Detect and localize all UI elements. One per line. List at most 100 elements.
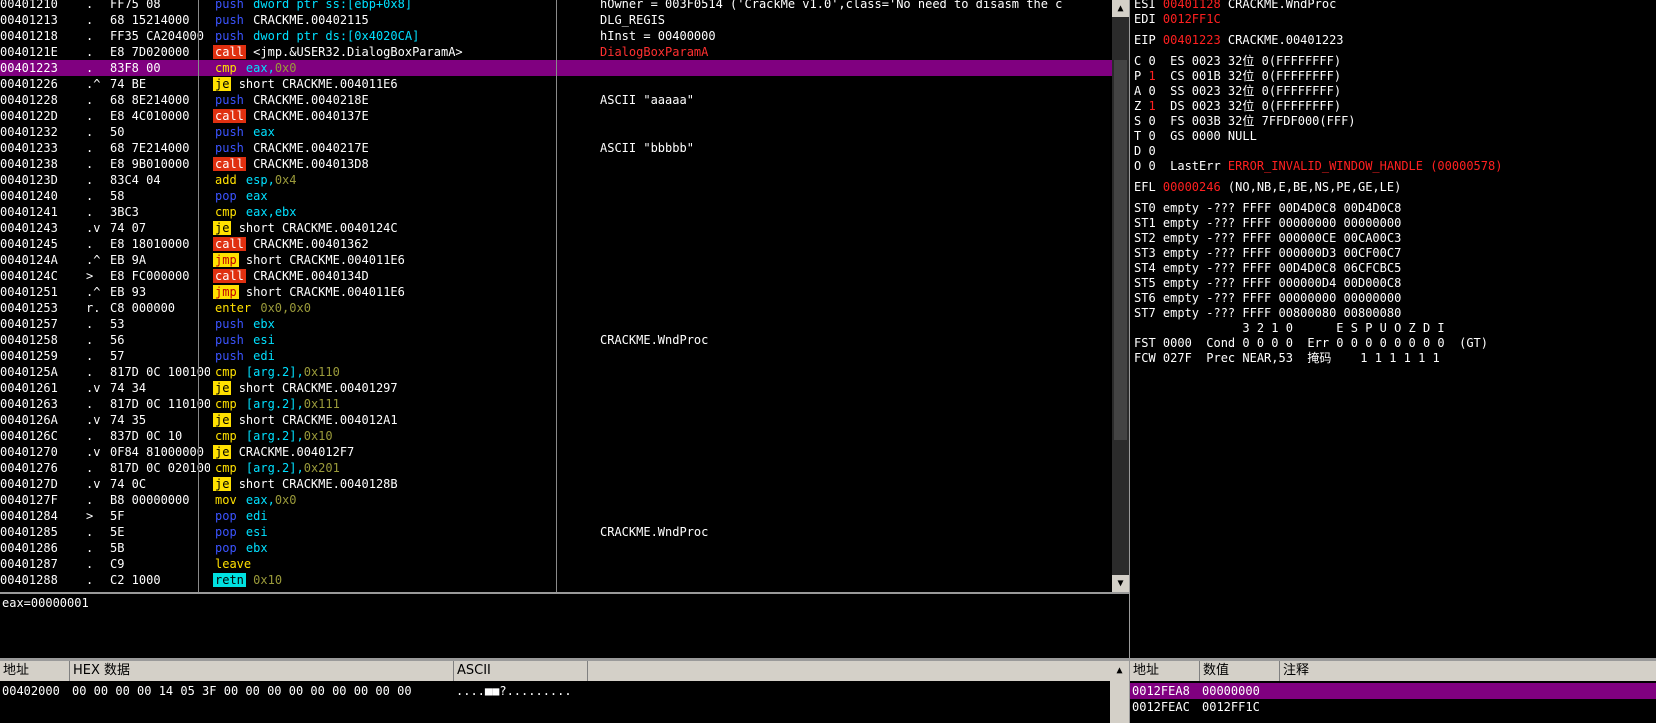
mnemonic: enter [215,301,252,315]
instruction-comment: ASCII "bbbbb" [600,141,694,155]
register-line[interactable]: O 0 LastErr ERROR_INVALID_WINDOW_HANDLE … [1134,158,1502,174]
dump-col-ascii[interactable]: ASCII [454,661,588,681]
dump-hex-bytes: 00 00 00 00 14 05 3F 00 00 00 00 00 00 0… [72,684,412,698]
operand: [arg.2], [245,461,304,475]
register-line[interactable]: ST1 empty -??? FFFF 00000000 00000000 [1134,215,1401,231]
mnemonic: cmp [215,429,237,443]
stack-pane[interactable]: 地址 数值 注释 0012FEA8 00000000 0012FEAC 0012FF1… [1130,661,1656,723]
jump-marker: .v [86,381,101,395]
mnemonic: push [215,0,244,11]
jump-marker: . [86,173,94,187]
stack-row[interactable]: 0012FEAC 0012FF1C [1130,699,1656,715]
instruction-address: 00401257 [0,317,58,331]
mnemonic: push [215,13,244,27]
instruction-text: je short CRACKME.0040124C [213,220,583,236]
operand: 0x10 [303,429,333,443]
register-line[interactable]: ST3 empty -??? FFFF 000000D3 00CF00C7 [1134,245,1401,261]
instruction-text: jmp short CRACKME.004011E6 [213,252,583,268]
instruction-bytes: B8 00000000 [110,493,190,507]
jump-marker: . [86,109,94,123]
stack-col-comment[interactable]: 注释 [1280,661,1656,681]
dump-col-hex[interactable]: HEX 数据 [70,661,454,681]
dump-scrollbar[interactable]: ▲ [1110,661,1129,723]
register-line[interactable]: ST2 empty -??? FFFF 000000CE 00CA00C3 [1134,230,1401,246]
register-line[interactable]: EFL 00000246 (NO,NB,E,BE,NS,PE,GE,LE) [1134,179,1401,195]
scroll-down-arrow-icon[interactable]: ▼ [1112,575,1129,592]
memory-dump-pane[interactable]: 地址 HEX 数据 ASCII 00402000 00 00 00 00 14 0… [0,661,1110,723]
stack-address: 0012FEA8 [1132,684,1190,698]
instruction-bytes: E8 FC000000 [110,269,190,283]
instruction-address: 00401240 [0,189,58,203]
register-line[interactable]: ST6 empty -??? FFFF 00000000 00000000 [1134,290,1401,306]
register-line[interactable]: 3 2 1 0 E S P U O Z D I [1134,320,1444,336]
instruction-address: 00401285 [0,525,58,539]
register-line[interactable]: D 0 [1134,143,1156,159]
dump-col-filler [588,661,1110,681]
instruction-text: push dword ptr ds:[0x4020CA] [213,28,583,44]
stack-row[interactable]: 0012FEA8 00000000 [1130,683,1656,699]
register-line[interactable]: A 0 SS 0023 32位 0(FFFFFFFF) [1134,83,1341,99]
instruction-text: cmp eax,ebx [213,204,583,220]
register-line[interactable]: S 0 FS 003B 32位 7FFDF000(FFF) [1134,113,1356,129]
register-text: FST 0000 Cond 0 0 0 0 Err 0 0 0 0 0 0 0 … [1134,336,1489,350]
info-pane[interactable]: eax=00000001 [0,594,1129,658]
register-text: EFL [1134,180,1163,194]
operand: eax [245,189,268,203]
instruction-text: je short CRACKME.0040128B [213,476,583,492]
jump-marker: . [86,317,94,331]
scroll-up-arrow-icon[interactable]: ▲ [1111,662,1128,679]
register-line[interactable]: FCW 027F Prec NEAR,53 掩码 1 1 1 1 1 1 [1134,350,1440,366]
stack-value: 00000000 [1202,684,1260,698]
instruction-address: 00401241 [0,205,58,219]
instruction-bytes: 74 07 [110,221,147,235]
instruction-address: 0040127D [0,477,58,491]
operand: eax,ebx [245,205,297,219]
mnemonic: pop [215,541,237,555]
operand: 0x0,0x0 [260,301,311,315]
comment-column-separator[interactable] [556,0,557,592]
register-line[interactable]: FST 0000 Cond 0 0 0 0 Err 0 0 0 0 0 0 0 … [1134,335,1488,351]
stack-col-address[interactable]: 地址 [1130,661,1200,681]
disassembly-pane[interactable]: 00401210. FF75 08 push dword ptr ss:[ebp+0… [0,0,1112,592]
stack-col-value[interactable]: 数值 [1200,661,1280,681]
instruction-text: jmp short CRACKME.004011E6 [213,284,583,300]
register-line[interactable]: P 1 CS 001B 32位 0(FFFFFFFF) [1134,68,1341,84]
register-line[interactable]: ST5 empty -??? FFFF 000000D4 00D000C8 [1134,275,1401,291]
jump-marker: .^ [86,285,101,299]
dump-ascii: ....■■?......... [456,684,572,698]
instruction-bytes: 83F8 00 [110,61,161,75]
register-line[interactable]: C 0 ES 0023 32位 0(FFFFFFFF) [1134,53,1341,69]
register-text: D 0 [1134,144,1156,158]
register-text: CS 001B 32位 0(FFFFFFFF) [1155,69,1342,83]
disassembly-scrollbar[interactable]: ▲ ▼ [1112,0,1129,592]
register-text: 00401223 [1162,33,1221,47]
scroll-up-arrow-icon[interactable]: ▲ [1112,0,1129,17]
register-line[interactable]: ST4 empty -??? FFFF 00D4D0C8 06CFCBC5 [1134,260,1401,276]
instruction-text: call CRACKME.0040137E [213,108,583,124]
register-text: O 0 LastErr [1134,159,1228,173]
instruction-address: 00401276 [0,461,58,475]
register-line[interactable]: Z 1 DS 0023 32位 0(FFFFFFFF) [1134,98,1341,114]
bytes-column-separator[interactable] [198,0,199,592]
register-line[interactable]: ST7 empty -??? FFFF 00800080 00800080 [1134,305,1401,321]
register-line[interactable]: EIP 00401223 CRACKME.00401223 [1134,32,1344,48]
instruction-bytes: 83C4 04 [110,173,161,187]
dump-col-address[interactable]: 地址 [0,661,70,681]
operand: short CRACKME.004011E6 [245,285,405,299]
instruction-text: pop edi [213,508,583,524]
operand: esp, [245,173,275,187]
registers-pane[interactable]: ESI 00401128 CRACKME.WndProc EDI 0012FF1C… [1130,0,1656,658]
register-line[interactable]: T 0 GS 0000 NULL [1134,128,1257,144]
instruction-address: 00401226 [0,77,58,91]
scroll-thumb[interactable] [1114,60,1127,440]
instruction-text: call CRACKME.0040134D [213,268,583,284]
mnemonic: push [215,29,244,43]
instruction-bytes: 5B [110,541,125,555]
mnemonic: je [213,477,232,491]
register-line[interactable]: ST0 empty -??? FFFF 00D4D0C8 00D4D0C8 [1134,200,1401,216]
jump-marker: . [86,493,94,507]
register-line[interactable]: EDI 0012FF1C [1134,11,1221,27]
jump-marker: . [86,541,94,555]
mnemonic: pop [215,509,237,523]
register-text: Z [1134,99,1149,113]
